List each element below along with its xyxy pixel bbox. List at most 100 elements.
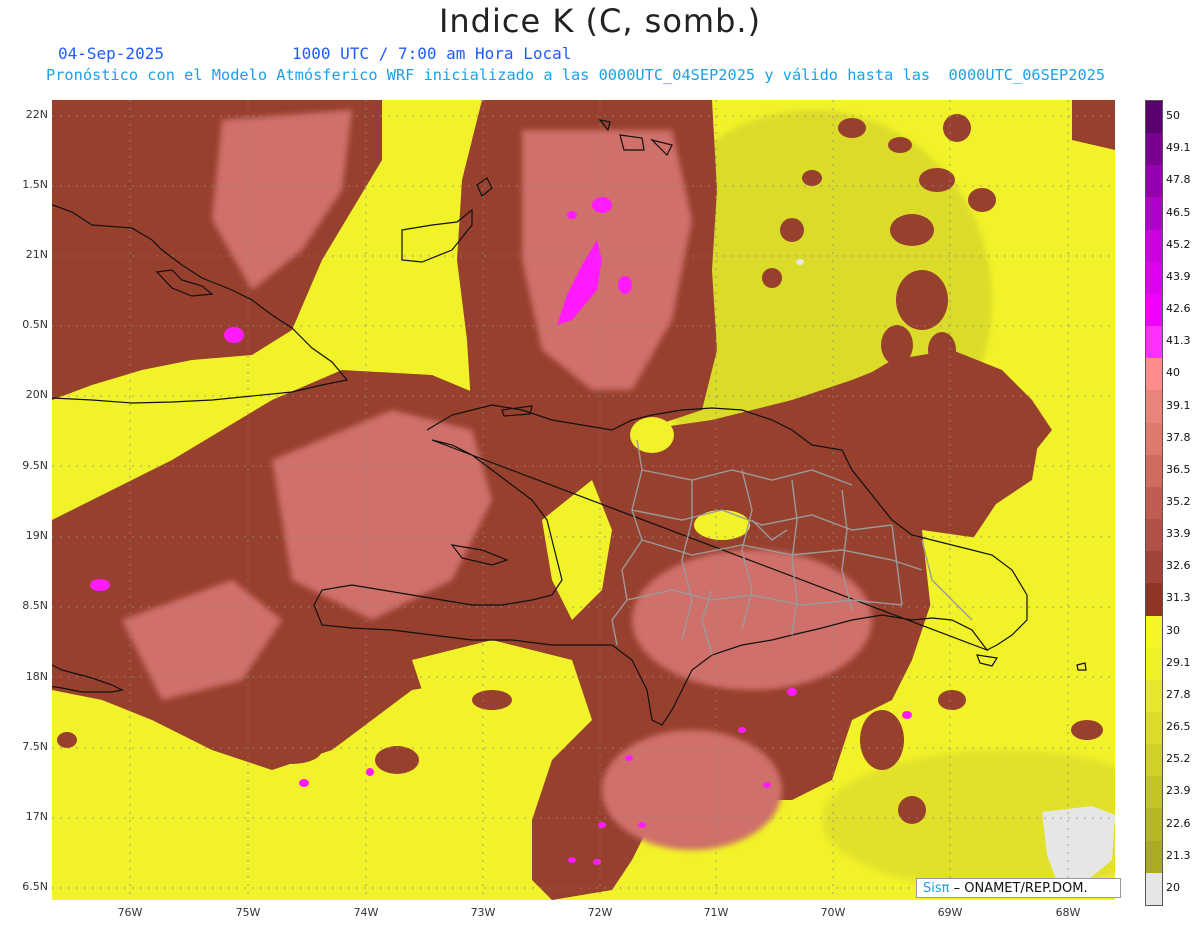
color-scale-swatch xyxy=(1146,326,1162,359)
cell xyxy=(890,214,934,246)
lon-label: 70W xyxy=(820,906,846,919)
cell xyxy=(888,137,912,153)
cell xyxy=(881,325,913,365)
color-scale-label: 35.2 xyxy=(1166,495,1191,508)
color-scale-label: 32.6 xyxy=(1166,559,1191,573)
cell xyxy=(928,332,956,368)
color-scale-swatch xyxy=(1146,197,1162,230)
lat-label: 19N xyxy=(25,529,48,542)
color-scale-label: 33.9 xyxy=(1166,527,1191,541)
magenta-max xyxy=(638,822,646,828)
lat-label: 20N xyxy=(25,388,48,401)
yellow-pocket-north xyxy=(630,417,674,453)
magenta-max xyxy=(763,782,771,788)
cell xyxy=(375,746,419,774)
magenta-max xyxy=(568,857,576,863)
lat-label: 8.5N xyxy=(22,599,48,612)
magenta-max xyxy=(592,197,612,213)
cell xyxy=(943,114,971,142)
magenta-max xyxy=(618,276,632,294)
lon-label: 76W xyxy=(117,906,143,919)
color-scale-swatch xyxy=(1146,358,1162,391)
color-scale-label: 47.8 xyxy=(1166,173,1191,187)
lon-label: 74W xyxy=(353,906,379,919)
color-scale-label: 27.8 xyxy=(1166,687,1191,701)
color-scale-swatch xyxy=(1146,390,1162,423)
color-scale-label: 26.5 xyxy=(1166,720,1191,734)
magenta-max xyxy=(366,768,374,776)
date-label: 04-Sep-2025 xyxy=(58,44,164,63)
lon-label: 72W xyxy=(587,906,613,919)
gray-dot xyxy=(796,259,804,265)
dr-core xyxy=(632,550,872,690)
magenta-max xyxy=(90,579,110,591)
color-scale-label: 43.9 xyxy=(1166,269,1191,283)
color-scale-swatch xyxy=(1146,422,1162,455)
forecast-description: Pronóstico con el Modelo Atmósferico WRF… xyxy=(46,66,1106,84)
cell xyxy=(472,690,512,710)
lat-label: 22N xyxy=(25,108,48,121)
color-scale-swatch xyxy=(1146,486,1162,520)
cell xyxy=(1071,720,1103,740)
color-scale-swatch xyxy=(1146,872,1162,905)
color-scale-label: 37.8 xyxy=(1166,430,1191,444)
lat-label: 6.5N xyxy=(22,880,48,893)
color-scale-label: 49.1 xyxy=(1166,141,1191,155)
color-scale-label: 40 xyxy=(1166,366,1180,380)
cell xyxy=(57,732,77,748)
color-scale-swatch xyxy=(1146,744,1162,777)
color-scale-swatch xyxy=(1146,776,1162,809)
cell xyxy=(838,118,866,138)
color-scale-label: 30 xyxy=(1166,623,1180,637)
color-scale-swatch xyxy=(1146,615,1162,648)
color-scale-swatch xyxy=(1146,519,1162,552)
color-scale-label: 46.5 xyxy=(1166,205,1191,219)
magenta-max xyxy=(738,727,746,733)
color-scale-swatch xyxy=(1146,808,1162,841)
color-scale-swatch xyxy=(1146,583,1162,616)
color-scale-swatch xyxy=(1146,551,1162,584)
cell xyxy=(262,736,322,764)
cell xyxy=(968,188,996,212)
cell xyxy=(938,690,966,710)
color-scale-label: 39.1 xyxy=(1166,398,1191,412)
color-scale-bar xyxy=(1145,100,1163,906)
color-scale-swatch xyxy=(1146,293,1162,327)
lon-label: 71W xyxy=(703,906,729,919)
lat-label: 21N xyxy=(25,248,48,261)
lon-label: 69W xyxy=(937,906,963,919)
color-scale-label: 31.3 xyxy=(1166,591,1191,605)
color-scale-label: 21.3 xyxy=(1166,848,1191,862)
color-scale-label: 36.5 xyxy=(1166,462,1191,476)
color-scale-swatch xyxy=(1146,261,1162,294)
lat-label: 18N xyxy=(25,670,48,683)
color-scale-label: 42.6 xyxy=(1166,302,1191,316)
color-scale-label: 25.2 xyxy=(1166,752,1191,766)
cell xyxy=(802,170,822,186)
color-scale-swatch xyxy=(1146,711,1162,745)
lat-label: 9.5N xyxy=(22,459,48,472)
cell xyxy=(780,218,804,242)
credit-org: – ONAMET/REP.DOM. xyxy=(949,881,1088,896)
color-scale-label: 50 xyxy=(1166,109,1180,123)
cell xyxy=(898,796,926,824)
magenta-max xyxy=(625,755,633,761)
lat-label: 1.5N xyxy=(22,178,48,191)
color-scale-label: 20 xyxy=(1166,880,1180,894)
color-scale-swatch xyxy=(1146,133,1162,166)
lat-label: 17N xyxy=(25,810,48,823)
cell xyxy=(896,270,948,330)
color-scale-swatch xyxy=(1146,165,1162,198)
map-title: Indice K (C, somb.) xyxy=(438,2,762,40)
color-scale-swatch xyxy=(1146,647,1162,680)
lon-label: 73W xyxy=(470,906,496,919)
color-scale-swatch xyxy=(1146,101,1162,134)
magenta-max xyxy=(598,822,606,828)
color-scale-label: 29.1 xyxy=(1166,655,1191,669)
time-label: 1000 UTC / 7:00 am Hora Local xyxy=(292,44,572,63)
lat-label: 7.5N xyxy=(22,740,48,753)
color-scale-swatch xyxy=(1146,454,1162,487)
color-scale-label: 22.6 xyxy=(1166,816,1191,830)
cell xyxy=(860,710,904,770)
lat-label: 0.5N xyxy=(22,318,48,331)
